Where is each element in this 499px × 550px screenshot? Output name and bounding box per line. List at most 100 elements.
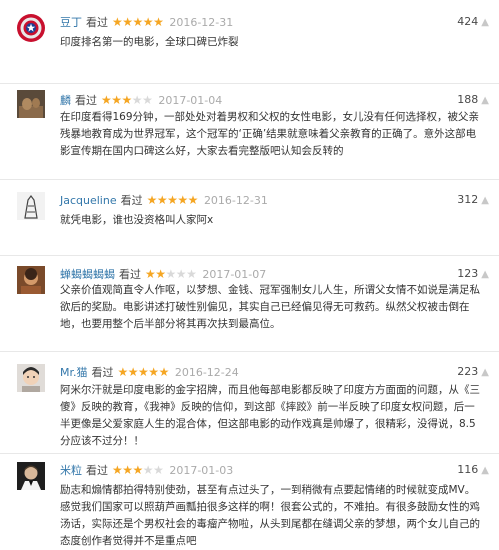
star-filled-icon: ★ <box>156 193 168 207</box>
star-filled-icon: ★ <box>122 15 133 29</box>
review-item: 蝉蝎蝎蝎蝎 看过 ★★★★★ 2017-01-07 123 ▲ 父亲价值观简直令人作呕，… <box>0 256 499 352</box>
review-list: 豆丁 看过 ★★★★★ 2016-12-31 424 ▲ 印度排名第一的电影，全球口碑已… <box>0 0 499 548</box>
star-rating: ★★★★★ <box>145 267 197 281</box>
vote-count: 312 <box>457 193 479 206</box>
vote-count: 188 <box>457 93 479 106</box>
star-filled-icon: ★ <box>112 15 123 29</box>
avatar[interactable] <box>17 462 45 490</box>
star-empty-icon: ★ <box>175 267 187 281</box>
useful-votes[interactable]: 424 ▲ <box>457 14 489 30</box>
star-rating: ★★★★★ <box>112 15 164 29</box>
star-filled-icon: ★ <box>187 193 199 207</box>
review-item: 麟看过 ★★★★★ 2017-01-04 188 ▲ 在印度看得169分钟，一部处处对… <box>0 84 499 180</box>
useful-votes[interactable]: 116 ▲ <box>457 462 489 478</box>
star-filled-icon: ★ <box>142 15 154 29</box>
username-link[interactable]: 蝉蝎蝎蝎蝎 <box>60 268 115 281</box>
star-filled-icon: ★ <box>148 365 159 379</box>
review-text: 父亲价值观简直令人作呕，以梦想、金钱、冠军强制女儿人生，所谓父女情不如说是满足私… <box>60 284 480 330</box>
star-filled-icon: ★ <box>132 15 144 29</box>
star-filled-icon: ★ <box>167 193 178 207</box>
review-item: 米粒 看过 ★★★★★ 2017-01-03 116 ▲ 励志和煽情都拍得特别使劲，甚至… <box>0 454 499 548</box>
review-date: 2017-01-03 <box>169 464 234 477</box>
star-filled-icon: ★ <box>158 365 170 379</box>
review-date: 2016-12-31 <box>203 194 268 207</box>
star-empty-icon: ★ <box>142 463 154 477</box>
star-filled-icon: ★ <box>153 15 164 29</box>
star-rating: ★★★★★ <box>117 365 170 379</box>
avatar[interactable] <box>17 364 45 392</box>
review-text: 励志和煽情都拍得特别使劲，甚至有点过头了，一到稍微有点要起情绪的时候就变成MV。… <box>60 484 480 547</box>
review-date: 2017-01-07 <box>202 268 267 281</box>
review-item: Mr.猫 看过 ★★★★★ 2016-12-24 223 ▲ 阿米尔汗就是印度电影的金字… <box>0 352 499 454</box>
review-meta: Mr.猫 看过 ★★★★★ 2016-12-24 <box>60 364 239 380</box>
username-link[interactable]: Mr.猫 <box>60 366 88 379</box>
shield-icon <box>17 14 45 42</box>
star-rating: ★★★★★ <box>146 193 199 207</box>
star-empty-icon: ★ <box>131 93 143 107</box>
thumbs-up-icon[interactable]: ▲ <box>481 193 489 209</box>
star-rating: ★★★★★ <box>112 463 164 477</box>
user-photo-icon <box>17 90 45 118</box>
star-filled-icon: ★ <box>117 365 129 379</box>
useful-votes[interactable]: 123 ▲ <box>457 266 489 282</box>
star-filled-icon: ★ <box>112 463 123 477</box>
review-text: 印度排名第一的电影，全球口碑已炸裂 <box>60 36 239 48</box>
review-text: 就凭电影，谁也没资格叫人家阿x <box>60 214 214 226</box>
avatar[interactable] <box>17 90 45 118</box>
vote-count: 123 <box>457 267 479 280</box>
avatar[interactable] <box>17 192 45 220</box>
username-link[interactable]: 豆丁 <box>60 16 82 29</box>
thumbs-up-icon[interactable]: ▲ <box>481 15 489 31</box>
review-meta: 麟看过 ★★★★★ 2017-01-04 <box>60 92 222 108</box>
username-link[interactable]: 麟 <box>60 94 71 107</box>
star-empty-icon: ★ <box>153 463 164 477</box>
star-empty-icon: ★ <box>142 93 153 107</box>
username-link[interactable]: Jacqueline <box>60 194 117 207</box>
star-empty-icon: ★ <box>165 267 177 281</box>
username-link[interactable]: 米粒 <box>60 464 82 477</box>
thumbs-up-icon[interactable]: ▲ <box>481 365 489 381</box>
review-item: 豆丁 看过 ★★★★★ 2016-12-31 424 ▲ 印度排名第一的电影，全球口碑已… <box>0 0 499 84</box>
user-sketch-icon <box>17 192 45 220</box>
star-filled-icon: ★ <box>122 463 133 477</box>
thumbs-up-icon[interactable]: ▲ <box>481 93 489 109</box>
user-face-icon <box>17 462 45 490</box>
useful-votes[interactable]: 188 ▲ <box>457 92 489 108</box>
avatar[interactable] <box>17 14 45 42</box>
review-date: 2016-12-24 <box>174 366 239 379</box>
star-empty-icon: ★ <box>186 267 197 281</box>
review-meta: 蝉蝎蝎蝎蝎 看过 ★★★★★ 2017-01-07 <box>60 266 266 282</box>
watched-label: 看过 <box>120 194 143 207</box>
vote-count: 223 <box>457 365 479 378</box>
star-filled-icon: ★ <box>127 365 139 379</box>
star-filled-icon: ★ <box>155 267 166 281</box>
review-date: 2016-12-31 <box>169 16 234 29</box>
star-filled-icon: ★ <box>177 193 188 207</box>
star-filled-icon: ★ <box>111 93 122 107</box>
watched-label: 看过 <box>75 94 97 107</box>
star-filled-icon: ★ <box>132 463 144 477</box>
review-meta: Jacqueline 看过 ★★★★★ 2016-12-31 <box>60 192 268 208</box>
review-text: 在印度看得169分钟，一部处处对着男权和父权的女性电影，女儿没有任何选择权，被父… <box>60 111 480 157</box>
star-filled-icon: ★ <box>101 93 112 107</box>
useful-votes[interactable]: 223 ▲ <box>457 364 489 380</box>
star-filled-icon: ★ <box>146 193 158 207</box>
user-face-icon <box>17 364 45 392</box>
vote-count: 116 <box>457 463 479 476</box>
star-filled-icon: ★ <box>138 365 149 379</box>
user-photo-icon <box>17 266 45 294</box>
thumbs-up-icon[interactable]: ▲ <box>481 267 489 283</box>
watched-label: 看过 <box>86 16 108 29</box>
watched-label: 看过 <box>91 366 114 379</box>
watched-label: 看过 <box>86 464 108 477</box>
review-meta: 米粒 看过 ★★★★★ 2017-01-03 <box>60 462 233 478</box>
star-filled-icon: ★ <box>121 93 133 107</box>
star-filled-icon: ★ <box>145 267 156 281</box>
review-date: 2017-01-04 <box>158 94 223 107</box>
thumbs-up-icon[interactable]: ▲ <box>481 463 489 479</box>
review-text: 阿米尔汗就是印度电影的金字招牌，而且他每部电影都反映了印度方方面面的问题，从《三… <box>60 384 480 447</box>
useful-votes[interactable]: 312 ▲ <box>457 192 489 208</box>
review-meta: 豆丁 看过 ★★★★★ 2016-12-31 <box>60 14 233 30</box>
avatar[interactable] <box>17 266 45 294</box>
review-item: Jacqueline 看过 ★★★★★ 2016-12-31 312 ▲ 就凭电影，谁也… <box>0 180 499 256</box>
